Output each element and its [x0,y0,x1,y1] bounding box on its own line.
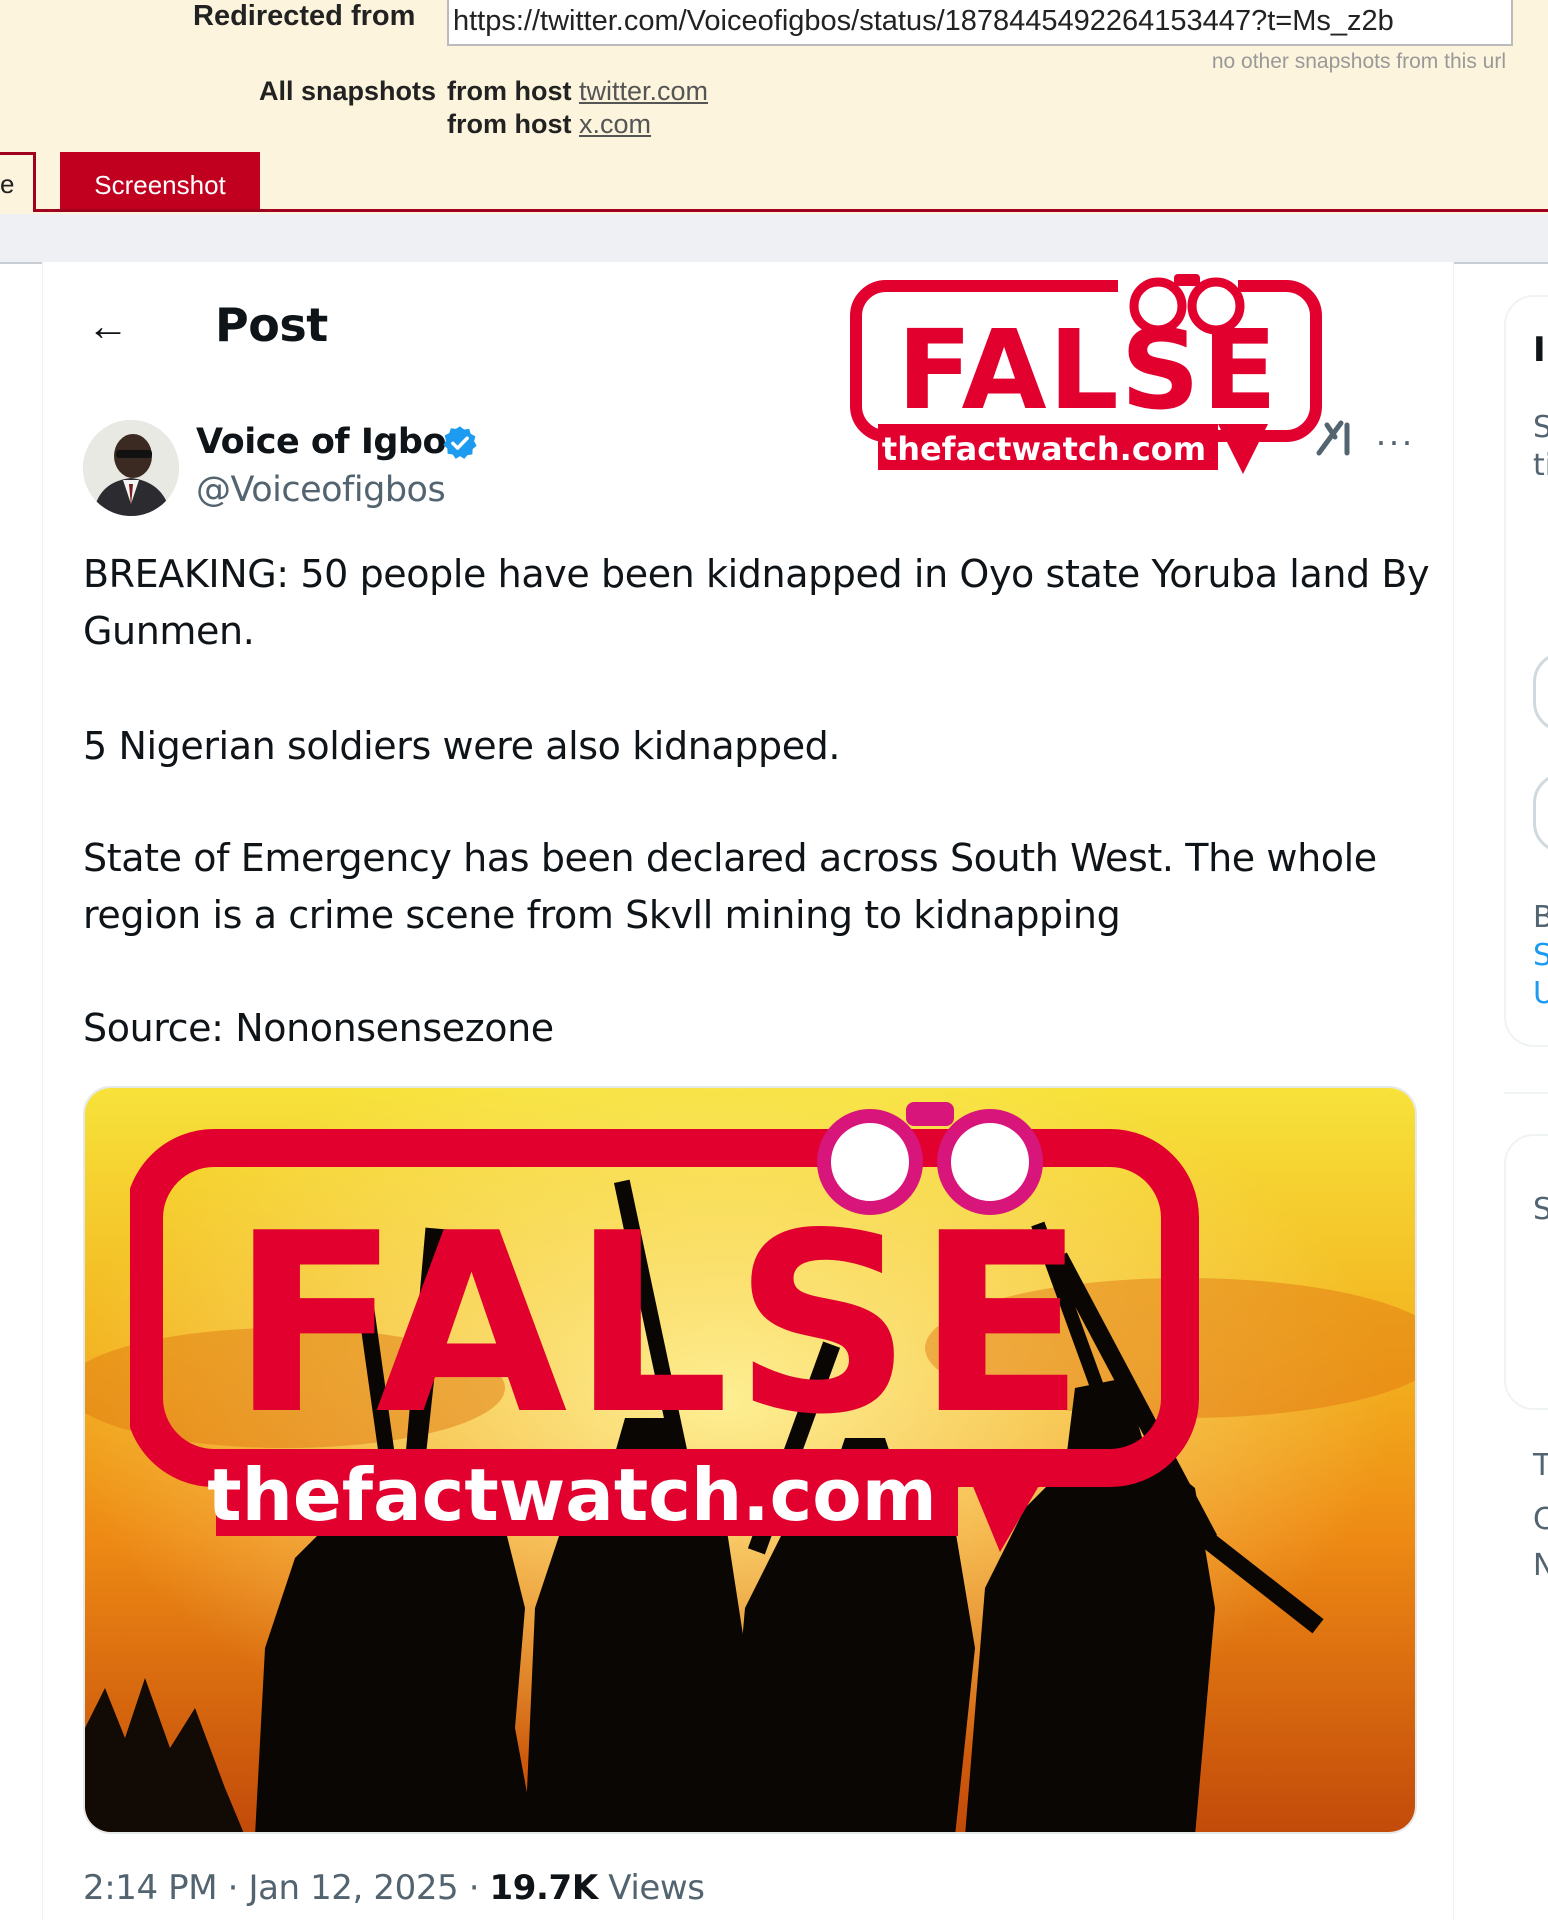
tweet-paragraph: State of Emergency has been declared acr… [83,836,1377,937]
host-link-twitter[interactable]: twitter.com [579,76,708,106]
sidebar-heading-fragment: I [1533,330,1546,370]
page-title: Post [215,298,328,352]
sidebar-text-fragment: S [1533,410,1548,445]
archive-tab-screenshot[interactable]: Screenshot [60,152,260,212]
sidebar-text-fragment: S [1533,1192,1548,1227]
author-handle[interactable]: @Voiceofigbos [196,470,446,510]
tweet-paragraph: Source: Nononsensezone [83,1006,554,1050]
more-options-icon[interactable]: ··· [1375,420,1414,462]
sidebar-text-fragment: T [1533,1448,1548,1483]
all-snapshots-label: All snapshots [259,76,437,106]
false-stamp-logo: FALSE thefactwatch.com [850,268,1322,474]
snapshot-host-row: from host twitter.com [447,76,708,107]
sidebar-card [1504,1134,1548,1410]
sidebar-text-fragment: ti [1533,448,1548,483]
sidebar-text-fragment: C [1533,1502,1548,1537]
redirected-url-field[interactable]: https://twitter.com/Voiceofigbos/status/… [447,0,1513,46]
redirected-from-label: Redirected from [193,0,416,32]
false-stamp-logo: FALSE thefactwatch.com [125,1102,1199,1552]
sidebar-text-fragment: B [1533,900,1548,935]
stamp-site: thefactwatch.com [207,1453,937,1537]
tweet-date[interactable]: Jan 12, 2025 [248,1868,458,1908]
tweet-time[interactable]: 2:14 PM [83,1868,218,1908]
tweet-meta: 2:14 PM · Jan 12, 2025 · 19.7K Views [83,1868,705,1908]
tweet-paragraph: BREAKING: 50 people have been kidnapped … [83,552,1430,653]
avatar[interactable] [83,420,179,516]
false-stamp-small: FALSE thefactwatch.com [848,268,1328,493]
author-name[interactable]: Voice of Igbos [196,422,467,462]
tweet-paragraph: 5 Nigerian soldiers were also kidnapped. [83,724,841,768]
avatar-image [83,420,179,516]
views-count: 19.7K [489,1868,599,1908]
no-other-snapshots-note: no other snapshots from this url [1211,50,1506,73]
sidebar-link-fragment[interactable]: S [1533,938,1548,973]
archive-header: Redirected from https://twitter.com/Voic… [0,0,1548,264]
archive-tab-webpage[interactable]: e [0,152,36,212]
from-host-label: from host [447,109,572,139]
views-label: Views [608,1868,705,1908]
host-link-x[interactable]: x.com [579,109,651,139]
sidebar-text-fragment: N [1533,1548,1548,1583]
from-host-label: from host [447,76,572,106]
header-separator [0,214,1548,264]
false-stamp-large: FALSE thefactwatch.com [125,1090,1200,1575]
stamp-verdict: FALSE [231,1181,1090,1469]
sidebar-divider [1504,1092,1548,1094]
verified-badge-icon [443,426,477,459]
meta-separator: · [227,1868,249,1908]
tab-underline [36,209,1548,212]
sidebar-link-fragment[interactable]: U [1533,976,1548,1011]
meta-separator: · [468,1868,490,1908]
snapshot-host-row: from host x.com [447,109,651,140]
stamp-verdict: FALSE [897,306,1279,434]
stamp-site: thefactwatch.com [882,430,1206,468]
back-arrow-icon[interactable]: ← [87,302,129,350]
